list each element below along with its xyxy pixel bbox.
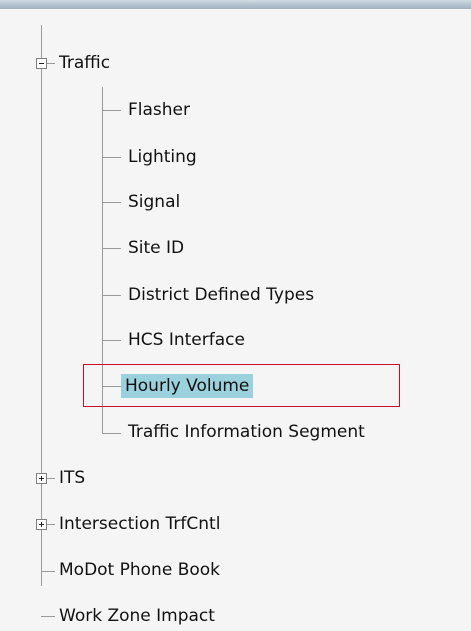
tree-connector [47,524,55,525]
tree-connector-root [41,25,42,586]
tree-connector [102,433,121,434]
expand-toggle-icon[interactable] [36,519,47,530]
tree-connector [41,571,55,572]
tree-node-traffic-information-segment[interactable]: Traffic Information Segment [128,422,365,442]
tree-node-modot-phone-book[interactable]: MoDot Phone Book [59,560,220,580]
collapse-toggle-icon[interactable] [36,58,47,69]
tree-node-flasher[interactable]: Flasher [128,100,190,120]
tree-node-traffic[interactable]: Traffic [59,53,110,73]
tree-connector [47,478,55,479]
expand-toggle-icon[interactable] [36,473,47,484]
tree-node-lighting[interactable]: Lighting [128,147,197,167]
tree-node-district-defined-types[interactable]: District Defined Types [128,285,314,305]
tree-node-intersection-trfcntl[interactable]: Intersection TrfCntl [59,514,220,534]
tree-connector [102,202,121,203]
tree-connector [102,157,121,158]
highlight-annotation-box [83,364,400,407]
tree-node-hcs-interface[interactable]: HCS Interface [128,330,245,350]
tree-connector [47,63,55,64]
tree-connector [102,110,121,111]
tree-connector [102,295,121,296]
tree-node-work-zone-impact[interactable]: Work Zone Impact [59,606,215,626]
tree-node-site-id[interactable]: Site ID [128,238,184,258]
tree-node-its[interactable]: ITS [59,468,85,488]
tree-connector [102,340,121,341]
tree-connector [41,616,55,617]
tree-view: Traffic Flasher Lighting Signal Site ID … [0,0,471,631]
tree-connector [102,248,121,249]
tree-node-signal[interactable]: Signal [128,192,180,212]
